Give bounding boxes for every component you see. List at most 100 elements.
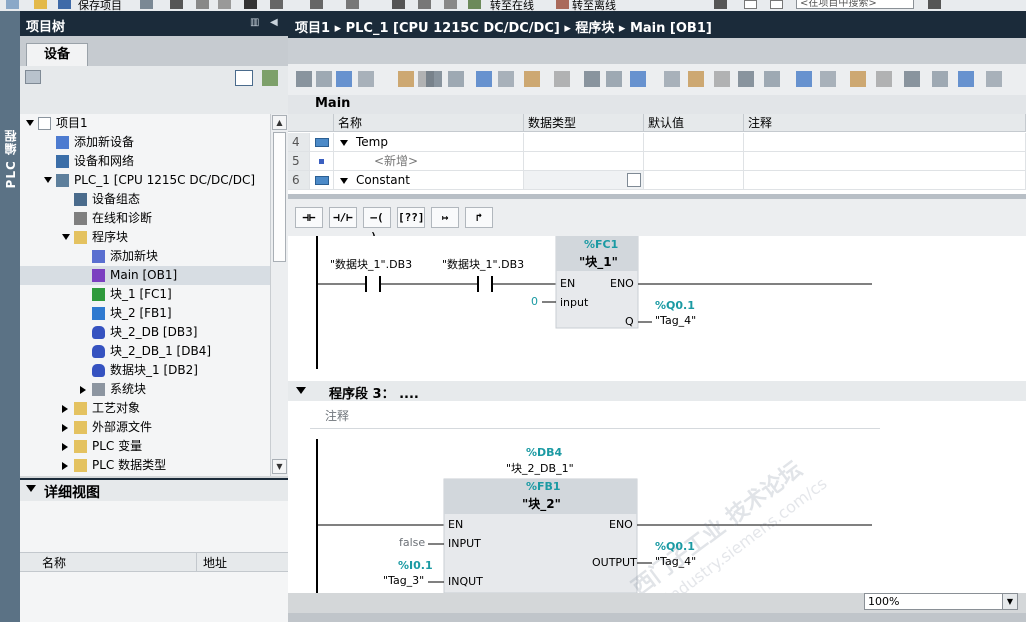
comment-icon[interactable] [498,71,514,87]
network-3-header[interactable]: 程序段 3： .... [288,381,1026,402]
breadcrumb[interactable]: 项目1 ▸ PLC_1 [CPU 1215C DC/DC/DC] ▸ 程序块 ▸… [295,17,712,36]
watch-icon[interactable] [932,71,948,87]
tree-item[interactable]: Main [OB1] [20,266,270,285]
split-vertical-icon[interactable] [770,0,783,9]
open-branch-button[interactable]: ↦ [431,207,459,228]
tree-item[interactable]: 在线和诊断 [20,209,270,228]
chevron-down-icon[interactable] [296,387,306,394]
print-icon[interactable] [140,0,153,9]
table-cell[interactable]: <新增> [334,152,524,171]
chevron-down-icon[interactable] [340,178,348,184]
chevron-right-icon[interactable] [62,443,68,451]
fc1-name[interactable]: "块_1" [579,253,618,270]
collapse-icon[interactable]: ◀ [270,17,278,28]
tree-item[interactable]: 添加新设备 [20,133,270,152]
chevron-down-icon[interactable]: ▼ [1002,594,1017,609]
table-cell[interactable] [310,171,334,190]
cross-reference-icon[interactable] [714,0,727,9]
network-3-title[interactable]: 程序段 3： .... [329,383,419,402]
no-contact-button[interactable]: ⊣⊢ [295,207,323,228]
display-dropdown-icon[interactable] [524,71,540,87]
table-cell[interactable] [524,171,644,190]
delete-icon[interactable] [244,0,257,9]
scroll-down-icon[interactable]: ▼ [272,459,287,474]
table-cell[interactable] [644,171,744,190]
upload-icon[interactable] [418,0,431,9]
modify-icon[interactable] [796,71,812,87]
reference-icon[interactable] [688,71,704,87]
scroll-up-icon[interactable]: ▲ [272,115,287,130]
interface-row[interactable]: 5 <新增> [288,152,1026,171]
project-tree-scrollbar[interactable]: ▲ ▼ [270,114,288,476]
device-grid-icon[interactable] [25,70,41,84]
save-icon[interactable] [58,0,71,9]
interface-row[interactable]: 6 Constant [288,171,1026,190]
table-cell[interactable]: Temp [334,133,524,152]
iface-header-comment[interactable]: 注释 [744,114,1026,132]
monitor-icon[interactable] [738,71,754,87]
contact-2-operand[interactable]: "数据块_1".DB3 [442,256,524,272]
list-icon[interactable] [426,71,442,87]
paste-icon[interactable] [218,0,231,9]
force-icon[interactable] [904,71,920,87]
cut-icon[interactable] [170,0,183,9]
chevron-right-icon[interactable] [62,424,68,432]
detail-col-address[interactable]: 地址 [203,554,227,571]
grid-icon[interactable] [606,71,622,87]
tree-item[interactable]: 程序块 [20,228,270,247]
chevron-down-icon[interactable] [62,234,70,240]
tab-devices[interactable]: 设备 [26,43,88,66]
absolute-address-icon[interactable] [554,71,570,87]
copy-icon[interactable] [196,0,209,9]
project-search-input[interactable]: <在项目中搜索> [796,0,914,9]
network-3-comment[interactable]: 注释 [310,403,880,429]
db-icon[interactable] [986,71,1002,87]
overview-icon[interactable] [235,70,253,86]
tree-item[interactable]: 系统块 [20,380,270,399]
plc-programming-side-tab[interactable]: PLC 编程 [0,11,20,622]
new-project-icon[interactable] [6,0,19,9]
search-icon[interactable] [928,0,941,9]
tree-item[interactable]: 工艺对象 [20,399,270,418]
pin-icon[interactable]: ▥ [250,17,259,28]
favorites-icon[interactable] [630,71,646,87]
tree-item[interactable]: PLC_1 [CPU 1215C DC/DC/DC] [20,171,270,190]
table-icon[interactable] [448,71,464,87]
tree-item[interactable]: 设备和网络 [20,152,270,171]
network-insert-icon[interactable] [296,71,312,87]
table-cell[interactable] [744,171,1026,190]
device-add-icon[interactable] [262,70,278,86]
network-copy-icon[interactable] [336,71,352,87]
output-tag[interactable]: "Tag_4" [655,555,696,568]
table-cell[interactable] [310,133,334,152]
table-cell[interactable] [644,152,744,171]
sync-icon[interactable] [876,71,892,87]
db-open-icon[interactable] [398,71,414,87]
input-value[interactable]: false [399,536,425,549]
check-icon[interactable] [764,71,780,87]
plc-compare-icon[interactable] [850,71,866,87]
output-tag[interactable]: "Tag_4" [655,314,696,327]
detail-col-name[interactable]: 名称 [42,554,66,571]
status-icon[interactable] [820,71,836,87]
table-cell[interactable] [310,152,334,171]
iface-header-name[interactable]: 名称 [334,114,524,132]
go-online-icon[interactable] [468,0,481,9]
list-icon[interactable] [627,173,641,187]
inqut-tag[interactable]: "Tag_3" [383,574,424,587]
scroll-thumb[interactable] [273,132,286,262]
tree-item[interactable]: 项目1 [20,114,270,133]
undo-icon[interactable] [270,0,283,9]
goto-icon[interactable] [664,71,680,87]
tree-item[interactable]: 块_1 [FC1] [20,285,270,304]
chevron-right-icon[interactable] [62,462,68,470]
chevron-down-icon[interactable] [26,485,36,492]
tree-item[interactable]: 添加新块 [20,247,270,266]
input-value[interactable]: 0 [531,295,538,308]
tree-item[interactable]: PLC 数据类型 [20,456,270,475]
contact-1-operand[interactable]: "数据块_1".DB3 [330,256,412,272]
table-cell[interactable] [744,152,1026,171]
chevron-down-icon[interactable] [26,120,34,126]
close-branch-button[interactable]: ↱ [465,207,493,228]
instance-db-name[interactable]: "块_2_DB_1" [506,460,574,476]
